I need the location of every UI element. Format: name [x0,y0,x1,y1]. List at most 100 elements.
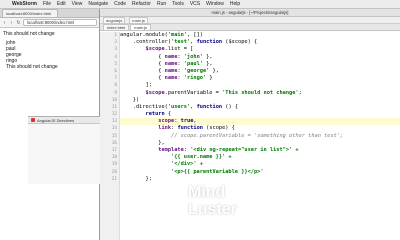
menu-refactor[interactable]: Refactor [132,1,151,7]
code-line: 12 return { [112,111,400,118]
forward-icon[interactable]: › [9,20,14,26]
menu-window[interactable]: Window [206,1,224,7]
menu-file[interactable]: File [43,1,51,7]
tab-main-js[interactable]: main.js [130,24,151,30]
code-token: name [164,75,178,82]
code-line: 6 { name: 'george' }, [114,67,400,75]
code-line: 8 ]; [114,82,400,89]
code-token: { [164,111,172,118]
menu-edit[interactable]: Edit [57,1,66,7]
menu-help[interactable]: Help [230,1,240,7]
code-token: 'test' [171,39,191,46]
line-number: 7 [114,76,117,82]
back-icon[interactable]: ‹ [2,20,7,26]
line-number: 21 [111,176,117,182]
code-token: .directive( [120,103,168,110]
menu-code[interactable]: Code [114,1,126,7]
code-token: }, [202,60,213,67]
line-number: 11 [111,104,117,110]
line-number: 13 [111,119,117,125]
line-number: 10 [111,97,117,103]
line-number: 19 [111,162,117,168]
code-line: 19 '</div>' + [112,161,400,168]
line-number: 8 [114,83,117,89]
browser-tab-strip: localhost:8000/index.html [0,9,99,18]
watermark-line-1: Mind [188,184,226,201]
menu-run[interactable]: Run [157,1,166,7]
code-token: .list = [ [164,46,194,53]
code-token: scope [158,118,175,125]
brain-logo-icon [154,188,182,218]
tab-index-html[interactable]: index.html [103,24,130,30]
code-token: $scope [145,89,165,96]
line-number: 9 [114,90,117,96]
second-browser-tab[interactable]: AngularJS Directives [28,116,100,124]
line-number: 3 [114,47,117,53]
reload-icon[interactable]: ↻ [16,20,21,26]
code-token: function [196,39,223,46]
favicon-icon [31,118,35,122]
code-line: 4 { name: 'john' }, [114,53,400,61]
code-token: }, [202,53,213,60]
line-number: 5 [114,61,117,67]
line-number: 6 [114,68,117,74]
code-token: name [164,53,178,60]
code-line: 7 { name: 'ringo' } [114,75,400,82]
code-token: '</div>' + [171,161,203,168]
breadcrumb-file[interactable]: main.js [129,16,148,24]
code-line: 3 $scope.list = [ [114,46,400,53]
code-token: ]; [120,82,152,89]
code-token: '<p>{{ parentVariable }}</p>' [171,168,264,175]
code-token: 'main' [167,32,187,38]
menu-view[interactable]: View [72,1,83,7]
line-number: 1 [114,33,117,38]
code-token: { [120,67,165,74]
menu-tools[interactable]: Tools [172,1,184,7]
line-number: 18 [111,155,117,161]
code-line: 15 // scope.parentVariable = 'something … [112,133,400,140]
code-line: 2 .controller('test', function ($scope) … [114,39,400,46]
code-token: 'This should not change' [222,89,299,96]
code-token: $scope [145,46,165,53]
browser-tab[interactable]: localhost:8000/index.html [2,9,58,17]
menu-navigate[interactable]: Navigate [88,1,108,7]
code-token: link [158,125,172,132]
code-token: } [206,75,213,82]
line-number: 2 [114,40,117,46]
code-line: 11 .directive('users', function () { [112,103,400,111]
code-token: }) [120,96,140,103]
menu-vcs[interactable]: VCS [190,1,200,7]
code-token: name [164,60,178,67]
url-bar[interactable]: localhost:8000/index.html [23,19,97,26]
line-number: 17 [111,148,117,153]
second-browser-tab-label: AngularJS Directives [37,117,75,123]
watermark-text: Mind Luster [188,184,237,218]
code-token: function [177,125,203,132]
code-line: 9 $scope.parentVariable = 'This should n… [114,89,400,97]
code-token: , [193,118,197,125]
line-number: 15 [111,133,117,139]
code-token: 'ringo' [183,75,207,82]
code-token: }, [120,139,165,146]
second-browser-page [28,124,100,184]
code-token: (scope) { [202,125,235,132]
code-token: }, [209,67,219,74]
editor-tab-strip: index.html main.js [100,24,400,31]
current-code-line: 13 scope: true, [112,118,400,126]
menu-bar: WebStorm File Edit View Navigate Code Re… [0,0,400,9]
line-number: 20 [111,169,117,175]
code-line: 18 '{{ user.name }}' + [112,154,400,161]
code-line: 1 angular.module('main', []) [114,32,400,39]
code-token: template [158,147,184,153]
code-token: }; [120,175,152,182]
code-line: 17 template: '<div ng-repeat="user in li… [112,147,400,154]
breadcrumb-project[interactable]: angularjs [103,16,126,24]
code-token: .parentVariable = [164,89,223,96]
code-token: 'paul' [183,60,203,67]
code-token: 'users' [167,103,191,110]
menu-app-name[interactable]: WebStorm [12,1,37,7]
